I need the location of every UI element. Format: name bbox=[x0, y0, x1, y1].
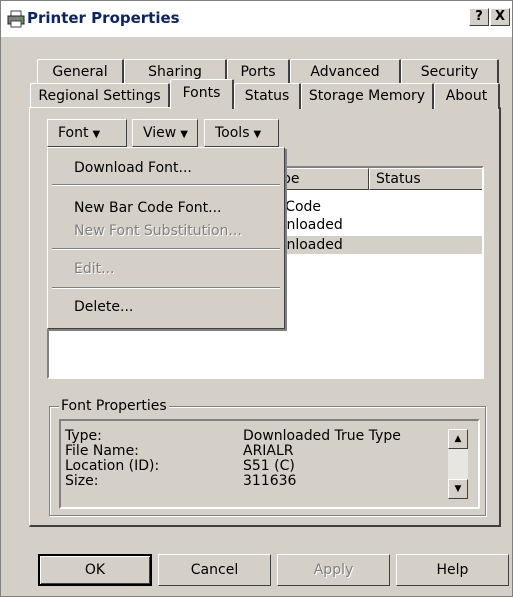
tab-row-bottom-rest: Fonts Status Storage Memory About bbox=[170, 79, 500, 109]
tab-regional-settings[interactable]: Regional Settings bbox=[30, 83, 170, 109]
menu-separator bbox=[52, 248, 280, 250]
window-title: Printer Properties bbox=[27, 9, 180, 27]
help-button[interactable]: Help bbox=[396, 554, 509, 586]
menu-item-delete[interactable]: Delete... bbox=[74, 299, 133, 315]
size-label: Size: bbox=[65, 473, 99, 489]
apply-button[interactable]: Apply bbox=[277, 554, 390, 586]
menu-item-edit[interactable]: Edit... bbox=[74, 261, 114, 277]
location-value: S51 (C) bbox=[243, 458, 295, 474]
font-menu-button[interactable]: Font ▼ bbox=[47, 119, 127, 147]
help-title-button[interactable]: ? bbox=[469, 8, 489, 26]
close-title-button[interactable]: X bbox=[490, 8, 510, 26]
tab-advanced[interactable]: Advanced bbox=[290, 59, 401, 85]
tab-ports[interactable]: Ports bbox=[227, 59, 290, 85]
printer-icon bbox=[7, 10, 25, 28]
chevron-down-icon: ▼ bbox=[253, 129, 262, 140]
font-dropdown-menu: Download Font... New Bar Code Font... Ne… bbox=[47, 147, 285, 329]
menu-separator bbox=[52, 287, 280, 289]
tools-menu-label: Tools bbox=[215, 125, 250, 141]
tab-about[interactable]: About bbox=[434, 83, 500, 109]
menu-item-download-font[interactable]: Download Font... bbox=[74, 160, 192, 176]
column-header-status[interactable]: Status bbox=[369, 168, 482, 190]
font-properties-box: Type: File Name: Location (ID): Size: Do… bbox=[59, 419, 480, 509]
font-properties-title: Font Properties bbox=[59, 398, 169, 414]
size-value: 311636 bbox=[243, 473, 297, 489]
location-label: Location (ID): bbox=[65, 458, 160, 474]
scroll-up-icon[interactable]: ▲ bbox=[448, 429, 468, 449]
chevron-down-icon: ▼ bbox=[180, 129, 188, 140]
scroll-down-icon[interactable]: ▼ bbox=[448, 479, 468, 499]
font-menu-label: Font bbox=[58, 125, 89, 141]
printer-properties-window: Printer Properties ? X General Sharing P… bbox=[0, 0, 513, 597]
file-name-label: File Name: bbox=[65, 443, 139, 459]
tab-storage-memory[interactable]: Storage Memory bbox=[301, 83, 434, 109]
tab-general[interactable]: General bbox=[37, 59, 124, 85]
tools-menu-button[interactable]: Tools ▼ bbox=[204, 119, 279, 147]
scrollbar-track[interactable] bbox=[448, 449, 468, 479]
tab-fonts[interactable]: Fonts bbox=[170, 79, 234, 109]
tab-row-top: General Sharing Ports Advanced Security bbox=[37, 59, 499, 85]
view-menu-label: View bbox=[143, 125, 177, 141]
tab-security[interactable]: Security bbox=[401, 59, 499, 85]
list-item-type: wnloaded bbox=[275, 217, 343, 233]
tab-status[interactable]: Status bbox=[234, 83, 301, 109]
list-item-type: wnloaded bbox=[275, 237, 343, 253]
menu-item-new-font-substitution[interactable]: New Font Substitution... bbox=[74, 223, 242, 239]
type-value: Downloaded True Type bbox=[243, 428, 401, 444]
menu-item-new-barcode-font[interactable]: New Bar Code Font... bbox=[74, 200, 222, 216]
chevron-down-icon: ▼ bbox=[92, 129, 101, 140]
file-name-value: ARIALR bbox=[243, 443, 294, 459]
tab-row-bottom: Regional Settings bbox=[30, 83, 170, 109]
view-menu-button[interactable]: View ▼ bbox=[132, 119, 198, 147]
title-bar[interactable]: Printer Properties ? X bbox=[1, 1, 512, 37]
cancel-button[interactable]: Cancel bbox=[158, 554, 271, 586]
menu-separator bbox=[52, 184, 280, 186]
ok-button[interactable]: OK bbox=[38, 554, 152, 586]
type-label: Type: bbox=[65, 428, 102, 444]
